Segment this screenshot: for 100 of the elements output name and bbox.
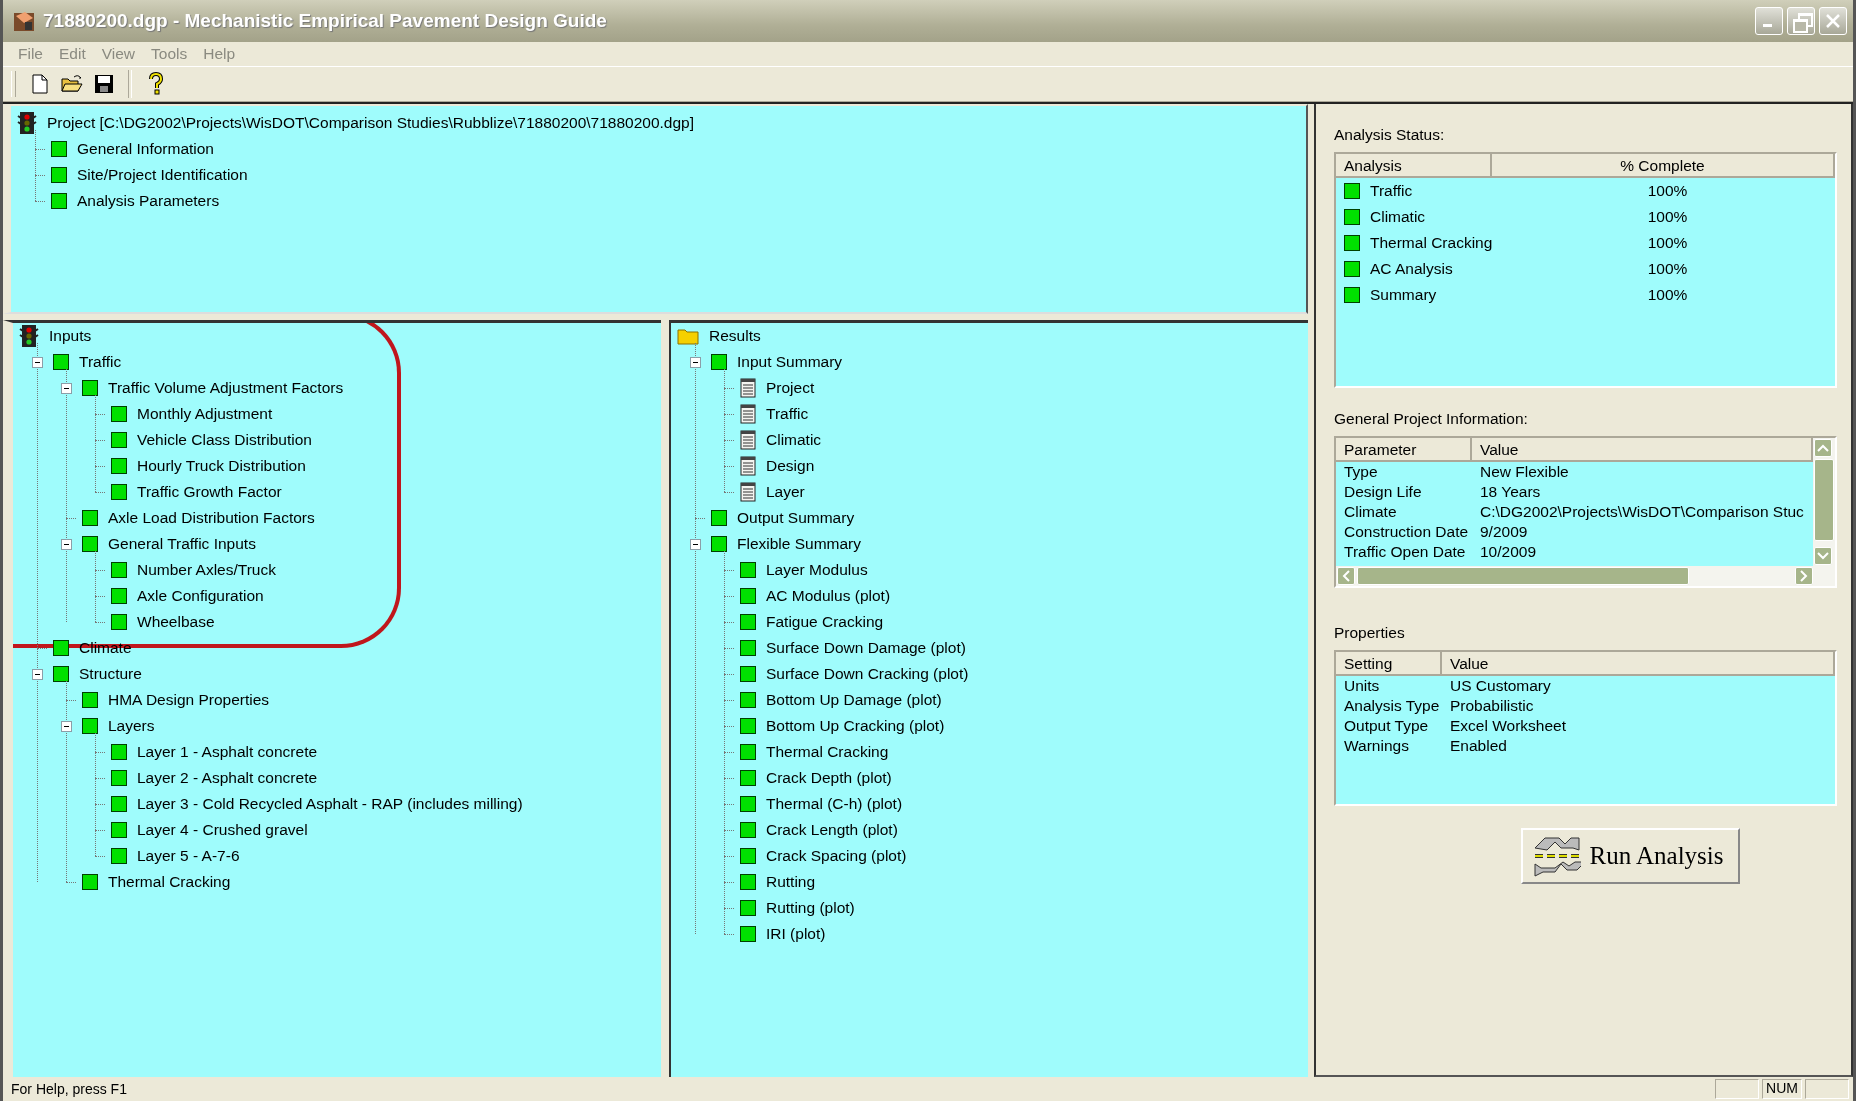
expander-toggle[interactable] xyxy=(31,356,43,368)
tree-item[interactable]: Number Axles/Truck xyxy=(135,560,278,580)
status-square-icon xyxy=(111,796,127,812)
tree-item[interactable]: Input Summary xyxy=(735,352,845,372)
scroll-thumb[interactable] xyxy=(1357,567,1689,585)
percent-complete: 100% xyxy=(1647,286,1688,304)
status-square-icon xyxy=(1344,209,1360,225)
tree-item[interactable]: Thermal Cracking xyxy=(764,742,891,762)
tree-item[interactable]: Bottom Up Damage (plot) xyxy=(764,690,944,710)
tree-item[interactable]: Inputs xyxy=(47,326,94,346)
tree-item[interactable]: Layer 5 - A-7-6 xyxy=(135,846,242,866)
tree-item[interactable]: Hourly Truck Distribution xyxy=(135,456,308,476)
tree-item[interactable]: Layer 1 - Asphalt concrete xyxy=(135,742,320,762)
expander-toggle[interactable] xyxy=(60,720,72,732)
status-square-icon xyxy=(711,510,727,526)
parameter-cell-text: Design Life xyxy=(1343,483,1423,501)
tree-item[interactable]: Rutting xyxy=(764,872,818,892)
analysis-name: AC Analysis xyxy=(1370,260,1453,278)
expander-toggle[interactable] xyxy=(60,538,72,550)
tree-item[interactable]: Rutting (plot) xyxy=(764,898,857,918)
tree-item[interactable]: Output Summary xyxy=(735,508,857,528)
tree-item[interactable]: Bottom Up Cracking (plot) xyxy=(764,716,947,736)
vertical-scrollbar[interactable] xyxy=(1813,438,1835,566)
tree-item[interactable]: Results xyxy=(707,326,763,346)
column-header[interactable]: Value xyxy=(1442,652,1835,676)
status-panel xyxy=(1715,1079,1760,1099)
column-header[interactable]: Analysis xyxy=(1336,154,1492,178)
tree-item[interactable]: Climate xyxy=(77,638,134,658)
tree-item[interactable]: Design xyxy=(764,456,817,476)
tree-item[interactable]: Traffic xyxy=(77,352,124,372)
tree-item[interactable]: Layer 2 - Asphalt concrete xyxy=(135,768,320,788)
tree-item[interactable]: Project [C:\DG2002\Projects\WisDOT\Comparison Studies\Rubblize\71880200\71880200.dgp] xyxy=(45,113,697,133)
column-header[interactable]: Value xyxy=(1472,438,1813,462)
section-label: Analysis Status: xyxy=(1334,126,1446,144)
column-header[interactable]: % Complete xyxy=(1492,154,1835,178)
parameter-cell-text: Traffic Open Date xyxy=(1343,543,1467,561)
tree-item[interactable]: Structure xyxy=(77,664,144,684)
column-header[interactable]: Setting xyxy=(1336,652,1442,676)
run-analysis-button[interactable]: Run Analysis xyxy=(1521,828,1740,884)
status-square-icon xyxy=(82,692,98,708)
tree-item[interactable]: Flexible Summary xyxy=(735,534,864,554)
scroll-thumb[interactable] xyxy=(1814,459,1834,541)
expander-toggle[interactable] xyxy=(31,668,43,680)
tree-item[interactable]: Surface Down Damage (plot) xyxy=(764,638,968,658)
value-cell-text: 10/2009 xyxy=(1479,543,1538,561)
tree-item[interactable]: Monthly Adjustment xyxy=(135,404,275,424)
tree-item[interactable]: Project xyxy=(764,378,817,398)
expander-toggle[interactable] xyxy=(60,382,72,394)
tree-item[interactable]: Vehicle Class Distribution xyxy=(135,430,314,450)
tree-item[interactable]: Layer 3 - Cold Recycled Asphalt - RAP (includes milling) xyxy=(135,794,525,814)
tree-item[interactable]: Traffic xyxy=(764,404,811,424)
status-square-icon xyxy=(111,458,127,474)
tree-item[interactable]: Crack Depth (plot) xyxy=(764,768,894,788)
notepad-icon xyxy=(740,482,756,502)
status-panel xyxy=(1805,1079,1849,1099)
tree-item[interactable]: Traffic Growth Factor xyxy=(135,482,284,502)
value-cell-text: 18 Years xyxy=(1479,483,1542,501)
status-square-icon xyxy=(111,406,127,422)
parameter-cell-text: Construction Date xyxy=(1343,523,1470,541)
tree-item[interactable]: Analysis Parameters xyxy=(75,191,222,211)
tree-item[interactable]: Site/Project Identification xyxy=(75,165,250,185)
tree-item[interactable]: General Information xyxy=(75,139,216,159)
status-square-icon xyxy=(111,770,127,786)
tree-item[interactable]: Thermal (C-h) (plot) xyxy=(764,794,905,814)
value-cell-text: 9/2009 xyxy=(1479,523,1529,541)
tree-item[interactable]: Crack Spacing (plot) xyxy=(764,846,909,866)
tree-item[interactable]: Thermal Cracking xyxy=(106,872,233,892)
tree-item[interactable]: Fatigue Cracking xyxy=(764,612,886,632)
expander-toggle[interactable] xyxy=(689,538,701,550)
blank-page-icon xyxy=(31,74,49,94)
tree-item[interactable]: Climatic xyxy=(764,430,824,450)
column-header[interactable]: Parameter xyxy=(1336,438,1472,462)
tree-item[interactable]: Traffic Volume Adjustment Factors xyxy=(106,378,346,398)
horizontal-scrollbar[interactable] xyxy=(1336,566,1835,586)
tree-item[interactable]: Axle Load Distribution Factors xyxy=(106,508,317,528)
tree-item[interactable]: IRI (plot) xyxy=(764,924,828,944)
tree-item[interactable]: AC Modulus (plot) xyxy=(764,586,893,606)
status-square-icon xyxy=(82,536,98,552)
tree-item[interactable]: Layer Modulus xyxy=(764,560,870,580)
status-square-icon xyxy=(111,848,127,864)
expander-toggle[interactable] xyxy=(689,356,701,368)
status-square-icon xyxy=(740,718,756,734)
status-square-icon xyxy=(82,380,98,396)
tree-item[interactable]: Layers xyxy=(106,716,157,736)
tree-item[interactable]: Wheelbase xyxy=(135,612,217,632)
percent-complete: 100% xyxy=(1647,260,1688,278)
value-cell-text: New Flexible xyxy=(1479,463,1570,481)
tree-item[interactable]: Axle Configuration xyxy=(135,586,266,606)
tree-item[interactable]: General Traffic Inputs xyxy=(106,534,258,554)
tree-item[interactable]: HMA Design Properties xyxy=(106,690,272,710)
section-label: General Project Information: xyxy=(1334,410,1529,428)
section-label: Properties xyxy=(1334,624,1406,642)
tree-item[interactable]: Layer xyxy=(764,482,807,502)
value-cell-text: C:\DG2002\Projects\WisDOT\Comparison Stuc xyxy=(1479,503,1805,521)
status-square-icon xyxy=(740,666,756,682)
status-square-icon xyxy=(740,848,756,864)
tree-item[interactable]: Crack Length (plot) xyxy=(764,820,900,840)
notepad-icon xyxy=(740,378,756,398)
tree-item[interactable]: Surface Down Cracking (plot) xyxy=(764,664,971,684)
tree-item[interactable]: Layer 4 - Crushed gravel xyxy=(135,820,310,840)
